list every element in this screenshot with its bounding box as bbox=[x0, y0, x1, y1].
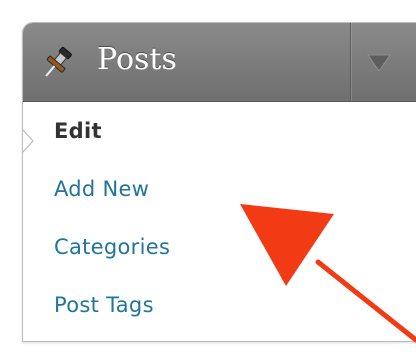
submenu-item-add-new[interactable]: Add New bbox=[23, 160, 416, 218]
menu-title[interactable]: Posts bbox=[97, 40, 177, 80]
submenu-item-post-tags[interactable]: Post Tags bbox=[23, 276, 416, 334]
submenu-item-categories[interactable]: Categories bbox=[23, 218, 416, 276]
posts-menu: Posts Edit Add New Categories Post Tags bbox=[22, 22, 416, 342]
pushpin-icon bbox=[37, 43, 77, 83]
posts-submenu: Edit Add New Categories Post Tags bbox=[23, 102, 416, 334]
submenu-item-edit[interactable]: Edit bbox=[23, 102, 416, 160]
submenu-item-label: Categories bbox=[54, 235, 171, 259]
submenu-item-label: Add New bbox=[54, 177, 150, 201]
current-indicator-icon bbox=[23, 118, 35, 153]
submenu-item-label: Post Tags bbox=[54, 293, 154, 317]
submenu-item-label: Edit bbox=[54, 119, 102, 143]
header-divider bbox=[350, 23, 351, 101]
triangle-down-icon[interactable] bbox=[365, 53, 393, 73]
posts-menu-header[interactable]: Posts bbox=[23, 23, 416, 102]
